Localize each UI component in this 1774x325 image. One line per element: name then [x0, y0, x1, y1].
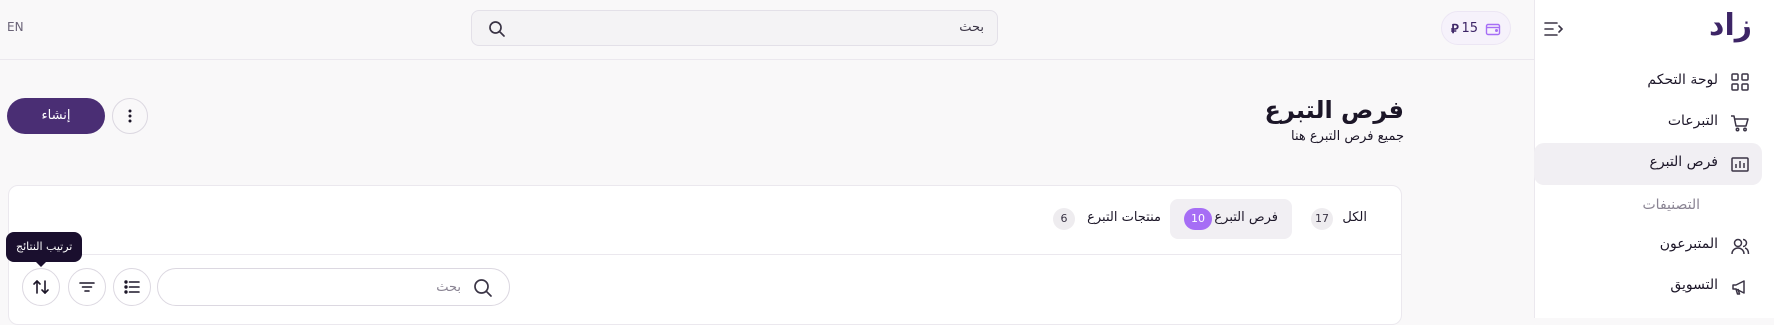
tab-label: الكل	[1342, 210, 1367, 225]
list-view-icon	[124, 280, 140, 294]
sort-arrows-icon	[33, 280, 49, 294]
sidebar: زاد لوحة التحكم التبرعات فرص التبرع التص…	[1534, 0, 1774, 318]
sidebar-item-marketing[interactable]: التسويق	[1534, 266, 1762, 308]
sidebar-item-donation-opportunities[interactable]: فرص التبرع	[1534, 143, 1762, 185]
sidebar-item-label: المتبرعون	[1659, 236, 1718, 252]
dashboard-grid-icon	[1730, 72, 1750, 92]
card-divider	[9, 254, 1401, 255]
top-bar: EN بحث 15 ⃁	[0, 0, 1535, 60]
filter-button[interactable]	[68, 268, 106, 306]
search-icon	[487, 19, 507, 39]
megaphone-icon	[1730, 277, 1750, 297]
tab-label: فرص التبرع	[1214, 210, 1278, 225]
tab-donation-opportunities[interactable]: فرص التبرع 10	[1170, 199, 1292, 239]
tab-count-badge: 6	[1053, 208, 1075, 230]
card-search-input[interactable]: بحث	[157, 268, 510, 306]
sidebar-item-donations[interactable]: التبرعات	[1534, 102, 1762, 144]
wallet-icon	[1485, 21, 1501, 37]
sidebar-item-label: فرص التبرع	[1649, 154, 1718, 170]
tooltip-arrow	[35, 261, 47, 267]
currency-symbol: ⃁	[1451, 22, 1459, 37]
filter-lines-icon	[79, 282, 95, 292]
sidebar-item-label: لوحة التحكم	[1647, 72, 1718, 88]
search-icon	[472, 277, 494, 299]
create-button[interactable]: إنشاء	[7, 98, 105, 134]
search-placeholder: بحث	[959, 20, 984, 35]
search-placeholder: بحث	[436, 280, 461, 295]
kebab-menu-icon	[128, 109, 132, 123]
cart-icon	[1730, 113, 1750, 133]
language-toggle[interactable]: EN	[7, 20, 24, 34]
page-title: فرص التبرع	[1264, 96, 1404, 124]
tab-count-badge: 17	[1311, 208, 1333, 230]
tab-all[interactable]: الكل 17	[1305, 199, 1381, 239]
sidebar-collapse-icon[interactable]	[1542, 17, 1566, 41]
tab-donation-products[interactable]: منتجات التبرع 6	[1051, 199, 1161, 239]
sidebar-item-dashboard[interactable]: لوحة التحكم	[1534, 61, 1762, 103]
sidebar-item-label: التسويق	[1670, 277, 1718, 293]
sort-tooltip: ترتيب النتائج	[6, 232, 83, 262]
wallet-amount: 15	[1461, 21, 1478, 36]
sort-button[interactable]	[22, 268, 60, 306]
sidebar-item-label: التبرعات	[1667, 113, 1718, 129]
building-chart-icon	[1730, 154, 1750, 174]
tab-label: منتجات التبرع	[1087, 210, 1161, 225]
wallet-balance[interactable]: 15 ⃁	[1441, 11, 1511, 45]
more-options-button[interactable]	[112, 98, 148, 134]
list-view-button[interactable]	[113, 268, 151, 306]
sidebar-subitem-categories[interactable]: التصنيفات	[1643, 197, 1701, 213]
tab-count-badge: 10	[1184, 208, 1212, 230]
users-icon	[1730, 236, 1750, 256]
brand-logo[interactable]: زاد	[1709, 8, 1753, 43]
global-search-input[interactable]: بحث	[471, 10, 998, 46]
page-subtitle: جميع فرص التبرع هنا	[1291, 129, 1404, 144]
sidebar-item-donors[interactable]: المتبرعون	[1534, 225, 1762, 267]
